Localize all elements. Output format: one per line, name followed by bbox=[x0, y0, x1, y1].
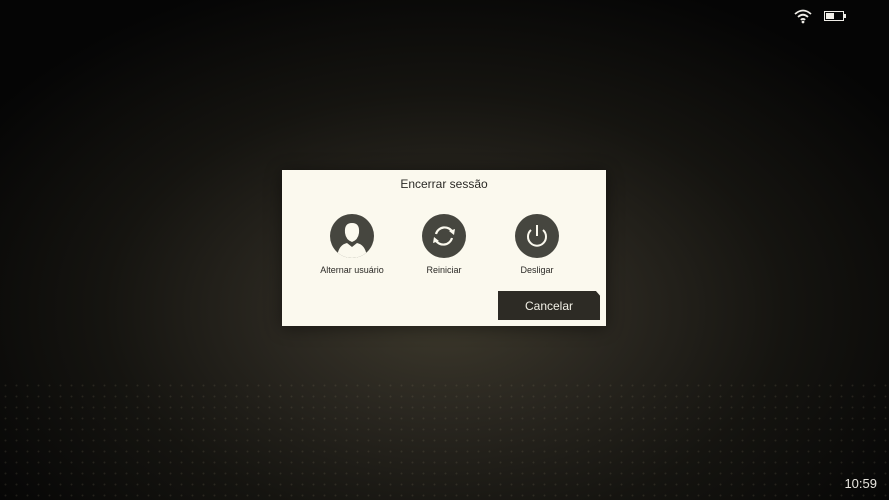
restart-label: Reiniciar bbox=[426, 265, 462, 275]
user-icon bbox=[330, 214, 374, 258]
shutdown-label: Desligar bbox=[520, 265, 554, 275]
switch-user-label: Alternar usuário bbox=[320, 265, 384, 275]
cancel-button[interactable]: Cancelar bbox=[498, 291, 600, 320]
shutdown-button[interactable]: Desligar bbox=[492, 214, 582, 275]
restart-icon bbox=[422, 214, 466, 258]
end-session-dialog: Encerrar sessão Alternar usuário Reinici… bbox=[282, 170, 606, 326]
status-bar bbox=[0, 0, 889, 30]
battery-icon[interactable] bbox=[824, 11, 846, 21]
switch-user-button[interactable]: Alternar usuário bbox=[307, 214, 397, 275]
wifi-icon[interactable] bbox=[794, 8, 812, 24]
power-icon bbox=[515, 214, 559, 258]
restart-button[interactable]: Reiniciar bbox=[399, 214, 489, 275]
dialog-title: Encerrar sessão bbox=[400, 177, 488, 191]
background-dot-pattern bbox=[0, 380, 889, 500]
clock[interactable]: 10:59 bbox=[844, 476, 877, 491]
